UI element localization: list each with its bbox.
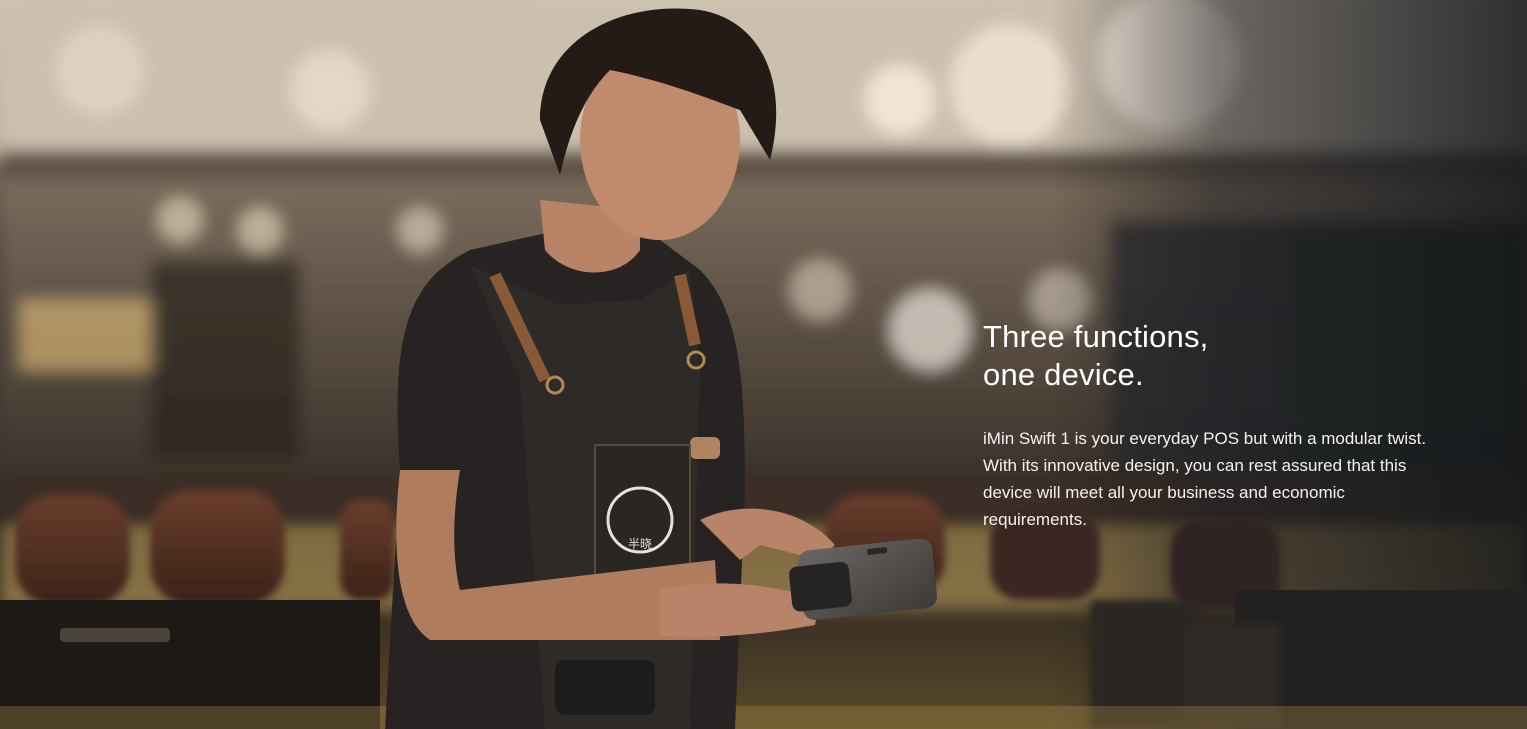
hero-copy: Three functions, one device. iMin Swift … (983, 318, 1443, 533)
hero-description: iMin Swift 1 is your everyday POS but wi… (983, 429, 1427, 529)
apron-logo: 半晓 (628, 537, 652, 551)
hero-headline: Three functions, one device. (983, 318, 1443, 394)
headline-line-1: Three functions, (983, 319, 1209, 354)
headline-line-2: one device. (983, 357, 1144, 392)
hero-banner: 半晓 Three functions, one device. iMin Swi… (0, 0, 1527, 729)
